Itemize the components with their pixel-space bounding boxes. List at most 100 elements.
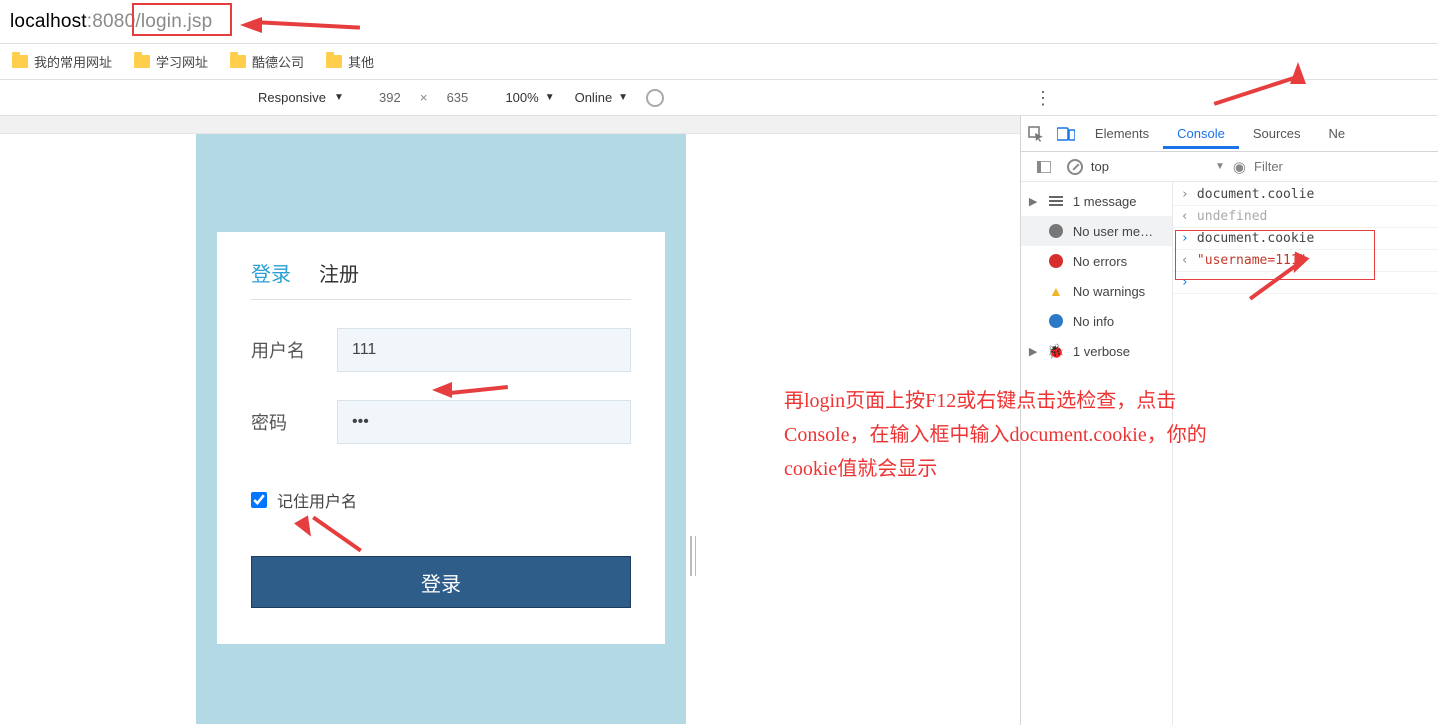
chevron-down-icon: ▼: [1215, 161, 1225, 172]
password-row: 密码: [251, 400, 631, 444]
sidebar-label: No user me…: [1073, 224, 1153, 239]
username-input[interactable]: [337, 328, 631, 372]
log-line: ‹ "username=111": [1173, 250, 1438, 272]
viewport-dimensions: ×: [366, 87, 482, 109]
sidebar-label: No info: [1073, 314, 1114, 329]
user-icon: [1047, 224, 1065, 238]
console-toolbar: top ▼ ◉: [1021, 152, 1438, 182]
login-button[interactable]: 登录: [251, 556, 631, 608]
tab-register[interactable]: 注册: [319, 258, 359, 287]
folder-icon: [12, 55, 28, 68]
prompt-output-icon: ‹: [1181, 209, 1191, 224]
sidebar-label: No errors: [1073, 254, 1127, 269]
prompt-input-icon: ›: [1181, 231, 1191, 246]
viewport-width-input[interactable]: [366, 87, 414, 109]
sidebar-warnings[interactable]: ▲ No warnings: [1021, 276, 1172, 306]
log-text: undefined: [1197, 209, 1267, 224]
bookmark-item[interactable]: 其他: [326, 52, 374, 71]
info-icon: [1047, 314, 1065, 328]
tab-elements[interactable]: Elements: [1081, 118, 1163, 149]
annotation-text: 再login页面上按F12或右键点击选检查，点击Console，在输入框中输入d…: [784, 384, 1224, 486]
sidebar-label: 1 message: [1073, 194, 1137, 209]
network-label: Online: [575, 90, 613, 105]
log-text: document.coolie: [1197, 187, 1314, 202]
clear-console-icon[interactable]: [1067, 159, 1083, 175]
live-expression-icon[interactable]: ◉: [1233, 158, 1246, 176]
more-options-icon[interactable]: ⋮: [1034, 88, 1052, 109]
bookmark-label: 酷德公司: [252, 52, 304, 71]
log-text: document.cookie: [1197, 231, 1314, 246]
sidebar-label: No warnings: [1073, 284, 1145, 299]
viewport-height-input[interactable]: [433, 87, 481, 109]
prompt-input-icon: ›: [1181, 275, 1191, 290]
prompt-input-icon: ›: [1181, 187, 1191, 202]
log-line-prompt[interactable]: ›: [1173, 272, 1438, 294]
device-select-label: Responsive: [258, 90, 326, 105]
viewport-ruler: [0, 116, 1020, 134]
remember-label: 记住用户名: [277, 488, 357, 512]
zoom-select[interactable]: 100% ▼: [505, 90, 554, 105]
url-host: localhost: [10, 11, 87, 32]
address-bar[interactable]: localhost:8080/login.jsp: [0, 0, 1438, 44]
password-input[interactable]: [337, 400, 631, 444]
page-background: 登录 注册 用户名 密码 记住用户名 登录: [196, 134, 686, 724]
context-select[interactable]: top: [1091, 159, 1113, 174]
dimension-x: ×: [420, 90, 428, 105]
tab-console[interactable]: Console: [1163, 118, 1239, 149]
chevron-down-icon: ▼: [545, 92, 555, 103]
remember-row: 记住用户名: [251, 488, 631, 512]
context-label: top: [1091, 159, 1109, 174]
resize-handle[interactable]: [690, 536, 696, 576]
rotate-icon[interactable]: [646, 89, 664, 107]
log-line: › document.cookie: [1173, 228, 1438, 250]
chevron-down-icon: ▼: [334, 92, 344, 103]
url-port: :8080: [87, 11, 136, 32]
messages-icon: [1047, 194, 1065, 208]
zoom-label: 100%: [505, 90, 538, 105]
tab-login[interactable]: 登录: [251, 258, 291, 287]
device-frame: 登录 注册 用户名 密码 记住用户名 登录: [196, 134, 686, 724]
sidebar-user-messages[interactable]: No user me…: [1021, 216, 1172, 246]
bookmark-label: 其他: [348, 52, 374, 71]
folder-icon: [134, 55, 150, 68]
url-text: localhost:8080/login.jsp: [10, 11, 212, 33]
devtools-tabs: Elements Console Sources Ne: [1021, 116, 1438, 152]
sidebar-messages[interactable]: ▶ 1 message: [1021, 186, 1172, 216]
password-label: 密码: [251, 409, 337, 435]
bookmark-item[interactable]: 我的常用网址: [12, 52, 112, 71]
bookmark-item[interactable]: 学习网址: [134, 52, 208, 71]
caret-icon: ▶: [1029, 195, 1039, 208]
error-icon: [1047, 254, 1065, 268]
toggle-sidebar-icon[interactable]: [1033, 161, 1055, 173]
folder-icon: [326, 55, 342, 68]
sidebar-info[interactable]: No info: [1021, 306, 1172, 336]
folder-icon: [230, 55, 246, 68]
login-tabs: 登录 注册: [251, 250, 631, 300]
device-select[interactable]: Responsive ▼: [250, 90, 352, 105]
bookmark-item[interactable]: 酷德公司: [230, 52, 304, 71]
login-card: 登录 注册 用户名 密码 记住用户名 登录: [217, 232, 665, 644]
verbose-icon: 🐞: [1047, 343, 1065, 360]
inspect-element-icon[interactable]: [1025, 126, 1047, 142]
tab-sources[interactable]: Sources: [1239, 118, 1315, 149]
warning-icon: ▲: [1047, 283, 1065, 299]
bookmark-label: 我的常用网址: [34, 52, 112, 71]
remember-checkbox[interactable]: [251, 492, 267, 508]
caret-icon: ▶: [1029, 345, 1039, 358]
chevron-down-icon: ▼: [618, 92, 628, 103]
network-select[interactable]: Online ▼: [575, 90, 628, 105]
log-line: › document.coolie: [1173, 184, 1438, 206]
username-label: 用户名: [251, 337, 337, 363]
sidebar-verbose[interactable]: ▶ 🐞 1 verbose: [1021, 336, 1172, 366]
sidebar-label: 1 verbose: [1073, 344, 1130, 359]
log-text: "username=111": [1197, 253, 1307, 268]
bookmarks-bar: 我的常用网址 学习网址 酷德公司 其他: [0, 44, 1438, 80]
console-filter-input[interactable]: [1254, 159, 1430, 174]
tab-more[interactable]: Ne: [1315, 118, 1360, 149]
device-toolbar: Responsive ▼ × 100% ▼ Online ▼ ⋮: [0, 80, 1438, 116]
url-path: /login.jsp: [135, 11, 212, 32]
log-line: ‹ undefined: [1173, 206, 1438, 228]
sidebar-errors[interactable]: No errors: [1021, 246, 1172, 276]
toggle-device-icon[interactable]: [1055, 127, 1077, 141]
prompt-output-icon: ‹: [1181, 253, 1191, 268]
